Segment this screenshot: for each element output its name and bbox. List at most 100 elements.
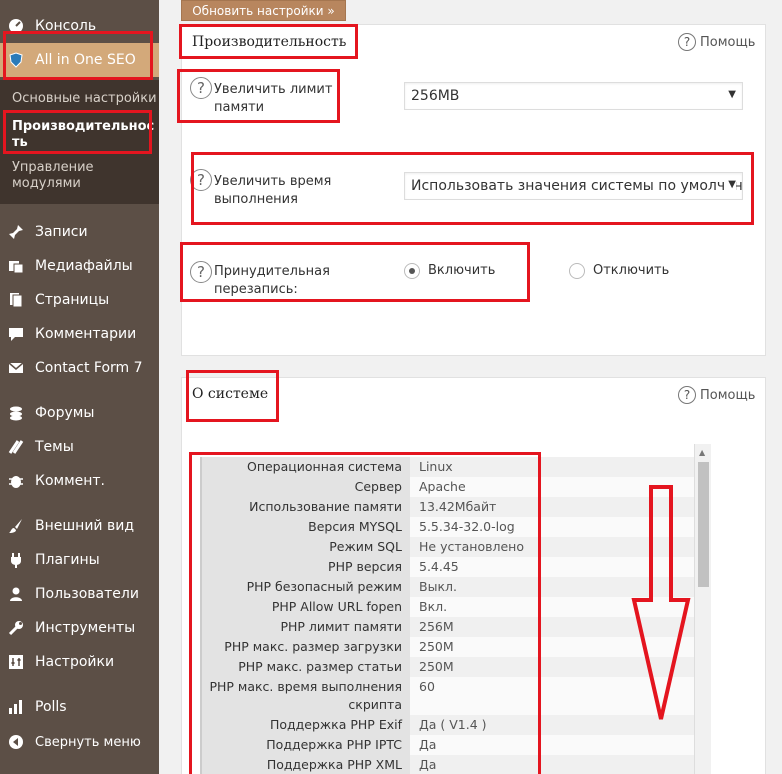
sidebar-item-settings[interactable]: Настройки	[0, 645, 159, 679]
execution-time-value: Использовать значения системы по умолчан	[411, 178, 743, 194]
sidebar-item-label: Форумы	[35, 405, 95, 421]
help-label: Помощь	[700, 387, 756, 403]
rewrite-enable-label: Включить	[428, 263, 496, 278]
sidebar-item-tools[interactable]: Инструменты	[0, 611, 159, 645]
pin-icon	[8, 224, 24, 240]
submenu-module-management[interactable]: Управление модулями	[12, 160, 94, 192]
table-row: Поддержка PHP IPTC Да	[202, 735, 694, 755]
sidebar-item-label: Contact Form 7	[35, 360, 143, 376]
table-value: 5.4.45	[410, 557, 694, 577]
sidebar-item-label: Пользователи	[35, 586, 139, 602]
update-settings-button[interactable]: Обновить настройки »	[181, 0, 346, 21]
performance-help-link[interactable]: ? Помощь	[678, 33, 755, 51]
submenu-general-settings[interactable]: Основные настройки	[12, 91, 157, 107]
pages-icon	[8, 292, 24, 308]
table-key: Поддержка PHP XML	[202, 755, 410, 774]
collapse-menu-button[interactable]: Свернуть меню	[0, 725, 159, 759]
sidebar-item-forums[interactable]: Форумы	[0, 396, 159, 430]
sidebar-item-label: Медиафайлы	[35, 258, 133, 274]
memory-limit-label: Увеличить лимит памяти	[214, 82, 333, 115]
radio-selected-dot	[409, 268, 415, 274]
plugin-icon	[8, 552, 24, 568]
dropdown-arrow-icon: ▼	[728, 89, 736, 100]
scroll-up-icon[interactable]: ▲	[699, 448, 705, 457]
aioseo-shield-icon	[8, 52, 24, 68]
bug-icon	[8, 473, 24, 489]
sidebar-item-label: All in One SEO	[35, 52, 136, 68]
settings-icon	[8, 654, 24, 670]
sidebar-item-users[interactable]: Пользователи	[0, 577, 159, 611]
table-row: PHP версия 5.4.45	[202, 557, 694, 577]
sidebar-item-label: Коммент.	[35, 473, 105, 489]
table-value: Apache	[410, 477, 694, 497]
table-value: 13.42Мбайт	[410, 497, 694, 517]
table-row: PHP макс. размер загрузки 250M	[202, 637, 694, 657]
table-key: PHP Allow URL fopen	[202, 597, 410, 617]
table-key: PHP версия	[202, 557, 410, 577]
table-row: PHP лимит памяти 256M	[202, 617, 694, 637]
rewrite-disable-radio[interactable]	[569, 263, 585, 279]
submenu-performance[interactable]: Производительнос ть	[12, 119, 154, 151]
rewrite-help-icon[interactable]: ?	[190, 261, 212, 283]
table-row: PHP макс. время выполнения скрипта 60	[202, 677, 694, 715]
sidebar-item-label: Настройки	[35, 654, 115, 670]
table-key: Сервер	[202, 477, 410, 497]
sidebar-item-label: Записи	[35, 224, 88, 240]
user-icon	[8, 586, 24, 602]
table-row: Сервер Apache	[202, 477, 694, 497]
system-title: О системе	[192, 386, 269, 402]
memory-help-icon[interactable]: ?	[190, 77, 212, 99]
sidebar-item-label: Инструменты	[35, 620, 136, 636]
help-label: Помощь	[700, 34, 756, 50]
sidebar-item-label: Комментарии	[35, 326, 137, 342]
comment-icon	[8, 326, 24, 342]
system-help-link[interactable]: ? Помощь	[678, 386, 755, 404]
rewrite-enable-radio[interactable]	[404, 263, 420, 279]
admin-sidebar: Консоль All in One SEO Основные настройк…	[0, 0, 159, 774]
sidebar-item-posts[interactable]: Записи	[0, 215, 159, 249]
table-key: Использование памяти	[202, 497, 410, 517]
table-value: Вкл.	[410, 597, 694, 617]
table-value: Да ( V1.4 )	[410, 715, 694, 735]
performance-panel: Производительность ? Помощь ? Увеличить …	[181, 24, 766, 356]
table-row: PHP безопасный режим Выкл.	[202, 577, 694, 597]
memory-limit-value: 256MB	[411, 88, 460, 104]
time-help-icon[interactable]: ?	[190, 169, 212, 191]
sidebar-item-replies[interactable]: Коммент.	[0, 464, 159, 498]
table-row: Поддержка PHP Exif Да ( V1.4 )	[202, 715, 694, 735]
sidebar-item-appearance[interactable]: Внешний вид	[0, 509, 159, 543]
sidebar-item-topics[interactable]: Темы	[0, 430, 159, 464]
sidebar-item-plugins[interactable]: Плагины	[0, 543, 159, 577]
forums-icon	[8, 405, 24, 421]
table-row: Использование памяти 13.42Мбайт	[202, 497, 694, 517]
aioseo-submenu: Основные настройки Производительнос ть У…	[0, 80, 159, 204]
scrollbar-thumb[interactable]	[698, 462, 709, 587]
sidebar-item-label: Свернуть меню	[35, 734, 141, 750]
sidebar-item-media[interactable]: Медиафайлы	[0, 249, 159, 283]
table-value: 256M	[410, 617, 694, 637]
help-icon: ?	[678, 33, 696, 51]
memory-limit-select[interactable]: 256MB ▼	[404, 82, 743, 110]
table-key: PHP макс. размер статьи	[202, 657, 410, 677]
table-value: Не установлено	[410, 537, 694, 557]
table-key: Версия MYSQL	[202, 517, 410, 537]
topics-icon	[8, 439, 24, 455]
table-key: Операционная система	[202, 457, 410, 477]
table-value: 250M	[410, 637, 694, 657]
performance-title: Производительность	[192, 34, 347, 50]
table-key: Режим SQL	[202, 537, 410, 557]
sidebar-item-label: Polls	[35, 699, 67, 715]
execution-time-select[interactable]: Использовать значения системы по умолчан…	[404, 172, 743, 200]
sidebar-item-pages[interactable]: Страницы	[0, 283, 159, 317]
sidebar-item-all-in-one-seo[interactable]: All in One SEO	[0, 43, 159, 77]
table-value: Да	[410, 735, 694, 755]
collapse-icon	[8, 734, 24, 750]
rewrite-disable-label: Отключить	[593, 263, 670, 278]
sidebar-item-label: Консоль	[35, 18, 97, 34]
system-table-scrollbar[interactable]: ▲	[694, 444, 711, 774]
sidebar-item-polls[interactable]: Polls	[0, 690, 159, 724]
sidebar-item-comments[interactable]: Комментарии	[0, 317, 159, 351]
force-rewrite-label: Принудительная перезапись:	[214, 264, 330, 297]
sidebar-item-contact-form-7[interactable]: Contact Form 7	[0, 351, 159, 385]
sidebar-item-console[interactable]: Консоль	[0, 9, 159, 43]
